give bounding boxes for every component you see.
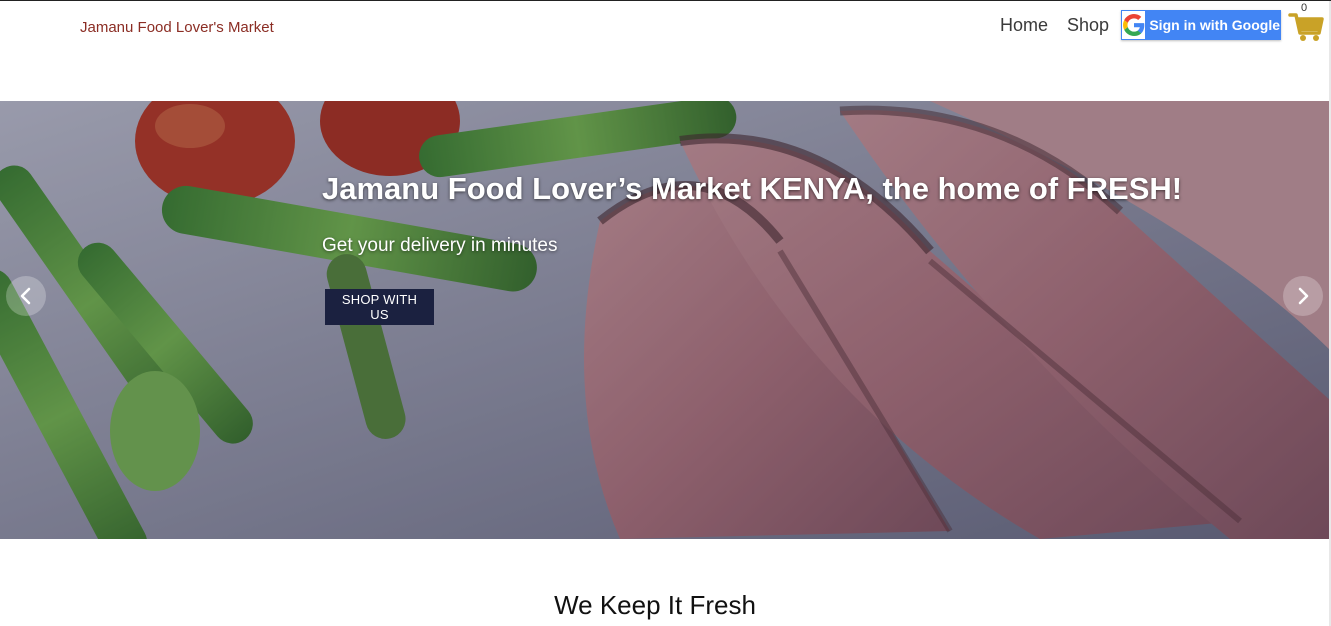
- chevron-left-icon: [20, 287, 31, 305]
- google-logo-icon: [1122, 11, 1146, 39]
- chevron-right-icon: [1298, 287, 1309, 305]
- hero-overlay: [0, 101, 1331, 539]
- hero-carousel: Jamanu Food Lover’s Market KENYA, the ho…: [0, 101, 1331, 539]
- navbar: Jamanu Food Lover's Market Home Shop Sig…: [0, 1, 1331, 55]
- hero-title: Jamanu Food Lover’s Market KENYA, the ho…: [322, 171, 1183, 206]
- carousel-prev-button[interactable]: [6, 276, 46, 316]
- hero-subtitle: Get your delivery in minutes: [322, 235, 558, 256]
- google-signin-button[interactable]: Sign in with Google: [1121, 10, 1281, 40]
- nav-shop-link[interactable]: Shop: [1067, 15, 1109, 36]
- brand-link[interactable]: Jamanu Food Lover's Market: [80, 19, 274, 36]
- section-title: We Keep It Fresh: [554, 590, 756, 620]
- shop-with-us-button[interactable]: SHOP WITH US: [325, 289, 434, 325]
- carousel-next-button[interactable]: [1283, 276, 1323, 316]
- nav-home-link[interactable]: Home: [1000, 15, 1048, 36]
- google-signin-label: Sign in with Google: [1149, 17, 1280, 33]
- shopping-cart-icon[interactable]: [1288, 3, 1324, 43]
